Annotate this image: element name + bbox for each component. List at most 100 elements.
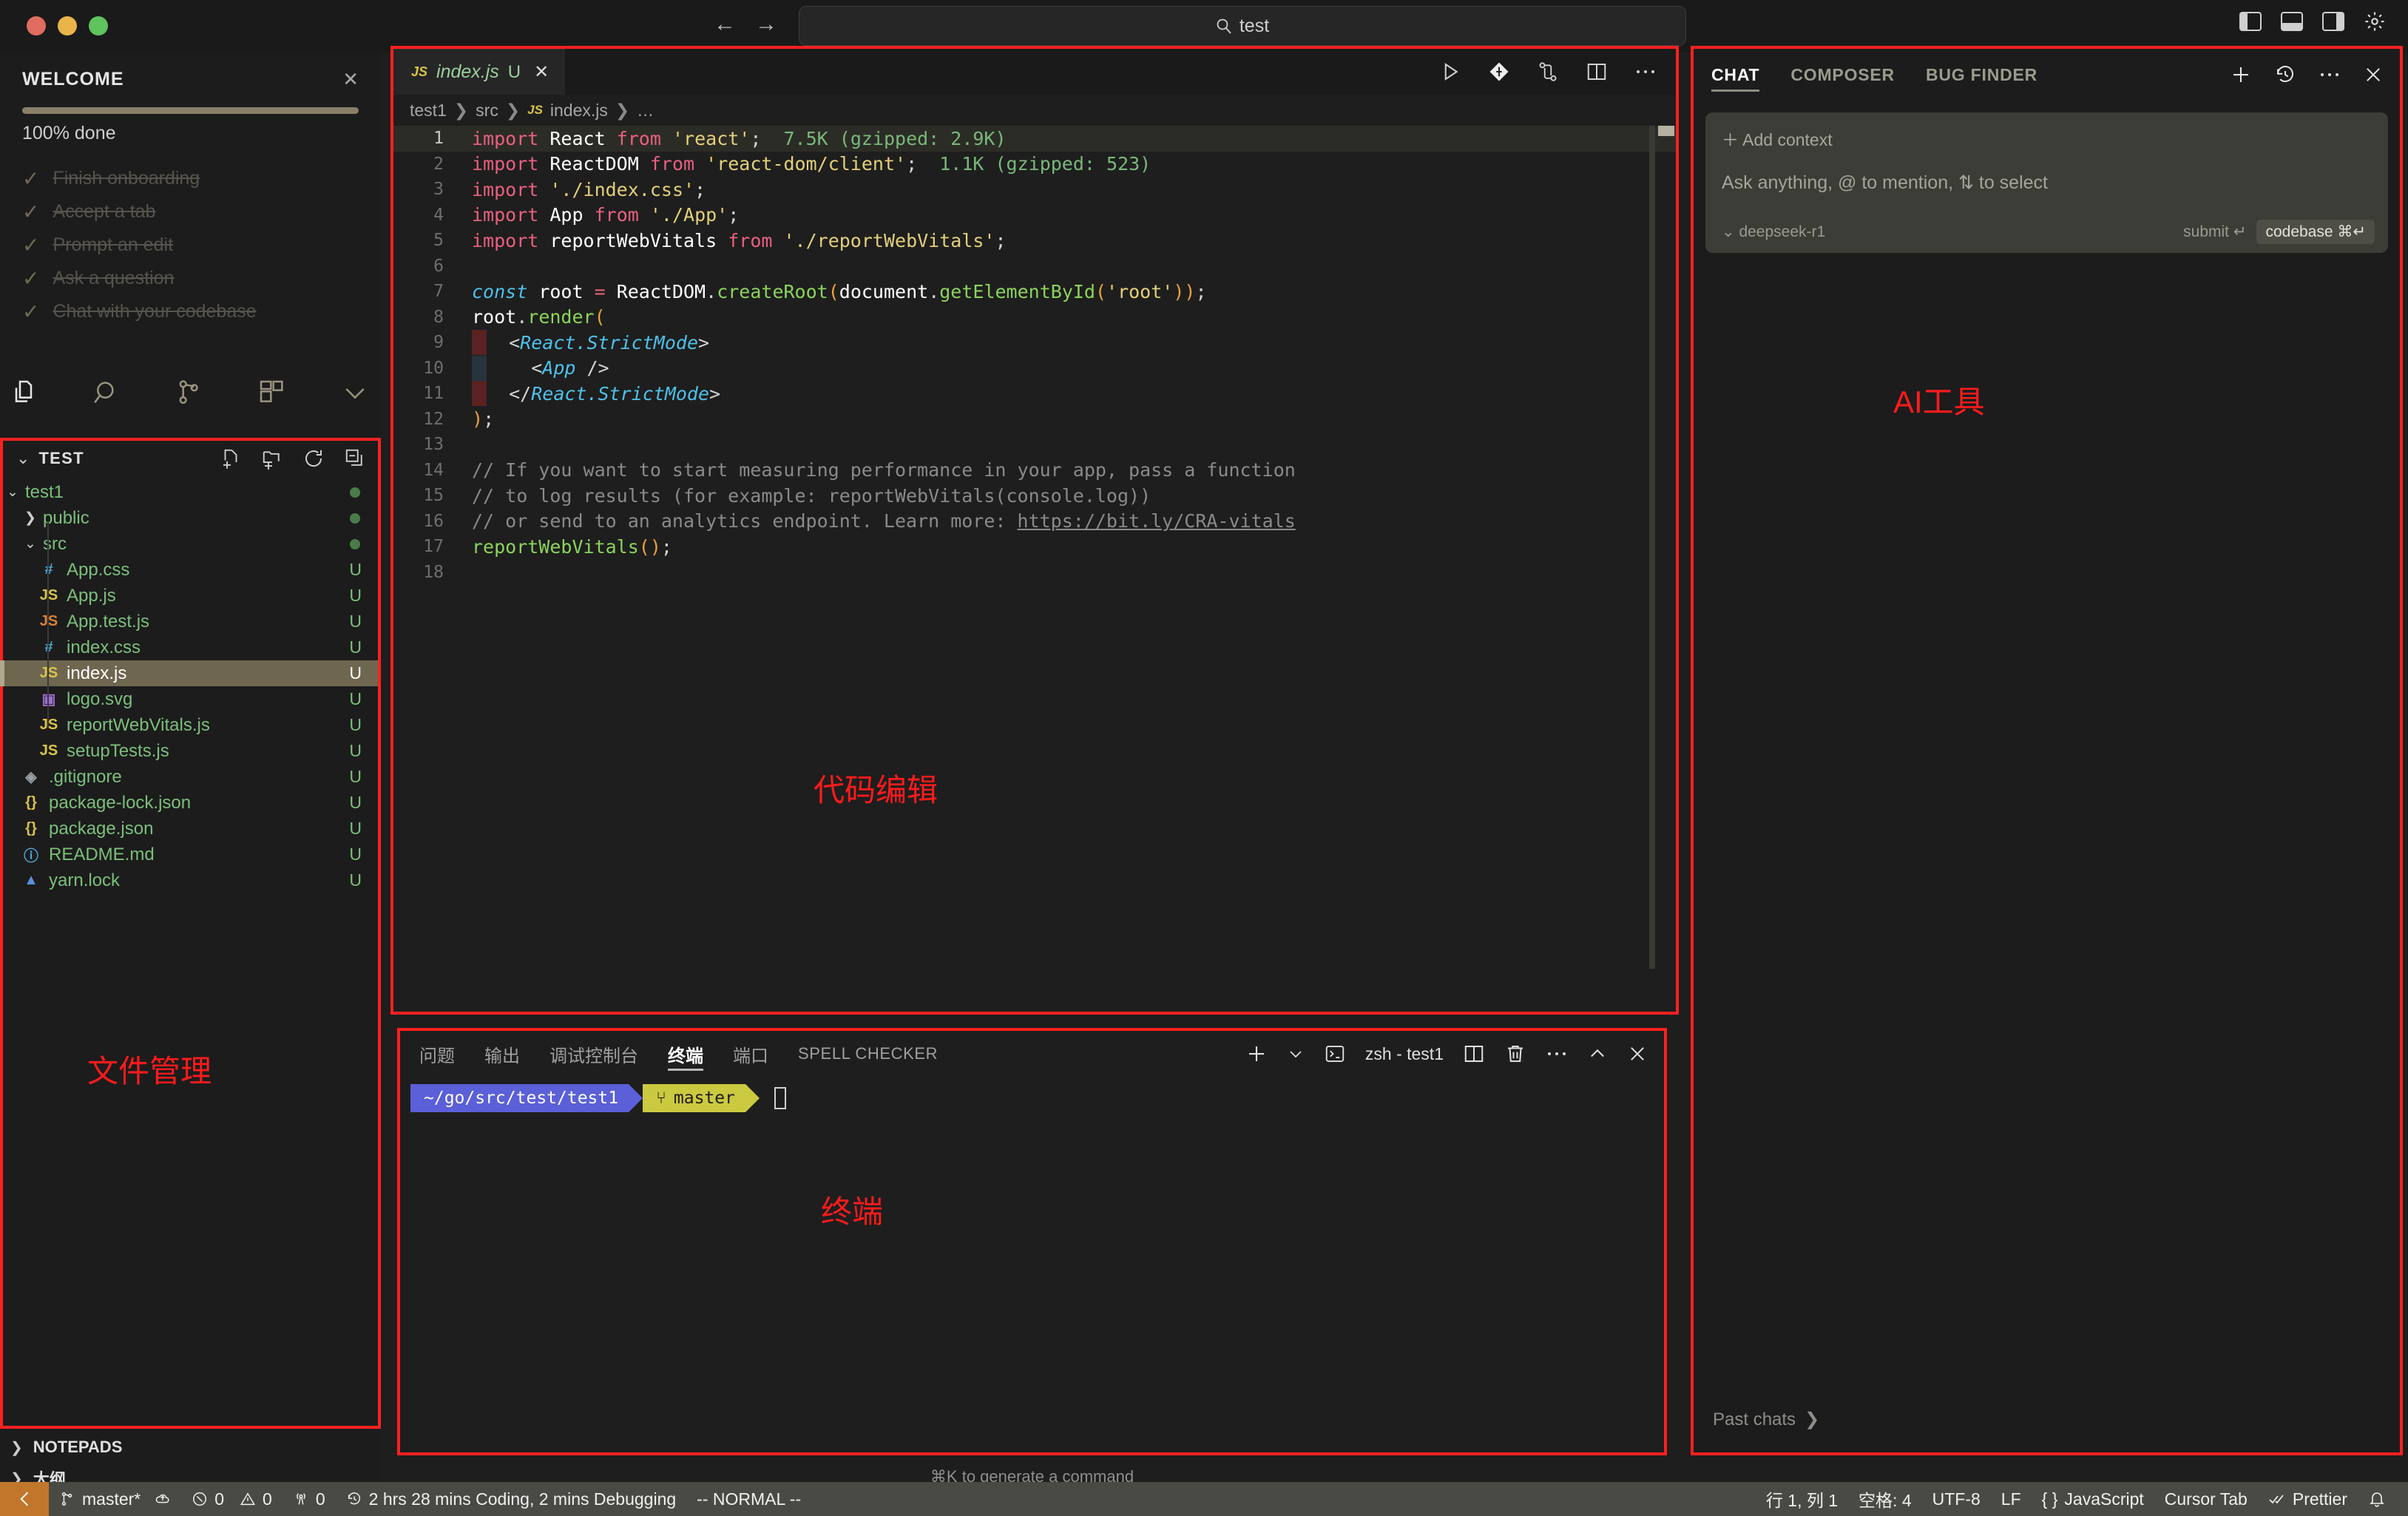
file-tree-item[interactable]: ▲ yarn.lock U <box>3 867 378 893</box>
more-actions-icon[interactable] <box>1546 1049 1568 1058</box>
submit-hint[interactable]: submit ↵ <box>2183 223 2246 241</box>
panel-actions[interactable]: zsh - test1 <box>1245 1031 1648 1077</box>
code-line[interactable]: 6 <box>393 254 1676 280</box>
status-notifications[interactable] <box>2358 1482 2396 1516</box>
split-terminal-icon[interactable] <box>1463 1043 1485 1065</box>
activity-bar[interactable] <box>0 362 381 425</box>
explorer-header[interactable]: ⌄ TEST <box>3 441 378 476</box>
status-language-mode[interactable]: { } JavaScript <box>2032 1482 2154 1516</box>
panel-tab-端口[interactable]: 端口 <box>733 1031 768 1077</box>
chat-input[interactable]: Ask anything, @ to mention, ⇅ to select <box>1722 172 2372 194</box>
chat-composer[interactable]: ＋ Add context Ask anything, @ to mention… <box>1705 112 2388 253</box>
status-indentation[interactable]: 空格: 4 <box>1848 1482 1922 1516</box>
toggle-secondary-sidebar-icon[interactable] <box>2322 12 2344 31</box>
new-chat-icon[interactable] <box>2230 64 2252 86</box>
source-control-icon[interactable] <box>175 378 207 410</box>
code-line[interactable]: 10 < App /> <box>393 355 1676 382</box>
onboarding-item[interactable]: ✓ Finish onboarding <box>22 162 359 195</box>
gear-icon[interactable] <box>2364 10 2386 33</box>
file-tree-item[interactable]: ⓘ README.md U <box>3 842 378 867</box>
close-window-button[interactable] <box>27 16 46 35</box>
window-controls[interactable] <box>0 16 108 35</box>
file-tree-item[interactable]: JS setupTests.js U <box>3 738 378 764</box>
new-folder-icon[interactable] <box>261 447 283 470</box>
minimize-window-button[interactable] <box>58 16 77 35</box>
panel-tab-调试控制台[interactable]: 调试控制台 <box>549 1031 638 1077</box>
code-line[interactable]: 4 import App from './App'; <box>393 203 1676 229</box>
breadcrumb-item-folder[interactable]: src <box>476 101 498 121</box>
more-actions-icon[interactable] <box>1634 67 1657 76</box>
code-line[interactable]: 17 reportWebVitals(); <box>393 534 1676 560</box>
code-line[interactable]: 5 import reportWebVitals from './reportWe… <box>393 228 1676 254</box>
more-actions-icon[interactable] <box>2319 70 2341 79</box>
panel-tab-终端[interactable]: 终端 <box>668 1031 703 1077</box>
back-arrow-icon[interactable]: ← <box>714 13 736 35</box>
add-terminal-icon[interactable] <box>1245 1043 1268 1065</box>
file-tree-item[interactable]: JS reportWebVitals.js U <box>3 712 378 738</box>
editor-scrollbar-thumb[interactable] <box>1658 126 1674 136</box>
status-cursor-tab[interactable]: Cursor Tab <box>2154 1482 2258 1516</box>
file-tree-item[interactable]: # App.css U <box>3 557 378 583</box>
editor-actions[interactable] <box>1439 49 1657 95</box>
status-cursor-position[interactable]: 行 1, 列 1 <box>1756 1482 1848 1516</box>
file-tree-item[interactable]: JS App.js U <box>3 583 378 609</box>
code-line[interactable]: 2 import ReactDOM from 'react-dom/client'… <box>393 152 1676 177</box>
code-line[interactable]: 12); <box>393 407 1676 433</box>
onboarding-item[interactable]: ✓ Chat with your codebase <box>22 295 359 328</box>
source-control-compare-icon[interactable] <box>1537 61 1559 83</box>
onboarding-item[interactable]: ✓ Accept a tab <box>22 195 359 229</box>
chat-actions[interactable] <box>2230 49 2384 101</box>
close-icon[interactable]: ✕ <box>534 61 549 83</box>
file-tree-item[interactable]: {} package-lock.json U <box>3 790 378 816</box>
welcome-close-button[interactable]: ✕ <box>342 68 359 91</box>
new-file-icon[interactable] <box>220 447 242 470</box>
onboarding-item[interactable]: ✓ Ask a question <box>22 262 359 295</box>
tab-index-js[interactable]: JS index.js U ✕ <box>393 49 566 95</box>
code-line[interactable]: 13 <box>393 432 1676 458</box>
panel-tab-SPELL CHECKER[interactable]: SPELL CHECKER <box>798 1031 938 1077</box>
file-tree-item-selected[interactable]: JS index.js U <box>0 660 378 686</box>
chat-tab-bug-finder[interactable]: BUG FINDER <box>1926 49 2037 101</box>
history-icon[interactable] <box>2274 64 2296 86</box>
sidebar-section-notepads[interactable]: ❯ NOTEPADS <box>0 1432 381 1463</box>
code-line[interactable]: 15 // to log results (for example: report… <box>393 483 1676 509</box>
file-tree-item[interactable]: JS App.test.js U <box>3 609 378 635</box>
code-line[interactable]: 18 <box>393 560 1676 586</box>
forward-arrow-icon[interactable]: → <box>755 13 777 35</box>
file-tree-item[interactable]: ⌄ src <box>3 531 378 557</box>
run-icon[interactable] <box>1439 61 1461 83</box>
code-line[interactable]: 11 </React.StrictMode > <box>393 381 1676 407</box>
chevron-down-icon[interactable] <box>1287 1045 1305 1063</box>
status-radio-tower[interactable]: 0 <box>283 1482 336 1516</box>
toggle-primary-sidebar-icon[interactable] <box>2239 12 2262 31</box>
maximize-window-button[interactable] <box>89 16 108 35</box>
code-line[interactable]: 14 // If you want to start measuring perf… <box>393 458 1676 484</box>
file-tree-item[interactable]: ⌄ test1 <box>3 479 378 505</box>
file-tree-item[interactable]: ▣ logo.svg U <box>3 686 378 712</box>
chevron-up-icon[interactable] <box>1587 1043 1608 1064</box>
chat-tab-composer[interactable]: COMPOSER <box>1790 49 1895 101</box>
global-search-input[interactable]: test <box>799 6 1686 46</box>
file-tree-item[interactable]: ❯ public <box>3 505 378 531</box>
explorer-icon[interactable] <box>9 378 41 410</box>
file-tree-item[interactable]: # index.css U <box>3 635 378 660</box>
code-line[interactable]: 1 import React from 'react'; 7.5K (gzippe… <box>393 126 1676 152</box>
onboarding-item[interactable]: ✓ Prompt an edit <box>22 229 359 262</box>
cursor-diff-icon[interactable] <box>1488 61 1510 83</box>
close-icon[interactable] <box>2363 64 2384 85</box>
status-prettier[interactable]: Prettier <box>2258 1482 2358 1516</box>
code-line[interactable]: 7 const root = ReactDOM. createRoot(docume… <box>393 279 1676 305</box>
terminal-shell-label[interactable]: zsh - test1 <box>1365 1044 1444 1064</box>
panel-tab-输出[interactable]: 输出 <box>484 1031 520 1077</box>
status-eol[interactable]: LF <box>1991 1482 2032 1516</box>
status-wakatime[interactable]: 2 hrs 28 mins Coding, 2 mins Debugging <box>336 1482 687 1516</box>
layout-controls[interactable] <box>2239 10 2386 33</box>
breadcrumb[interactable]: test1 ❯ src ❯ JS index.js ❯ … <box>393 95 1676 126</box>
breadcrumb-item-project[interactable]: test1 <box>410 101 447 121</box>
navigation-arrows[interactable]: ← → <box>714 13 777 35</box>
cursor-logo-icon[interactable] <box>0 1482 49 1516</box>
codebase-button[interactable]: codebase ⌘↵ <box>2256 220 2375 244</box>
refresh-icon[interactable] <box>302 447 325 470</box>
past-chats-button[interactable]: Past chats ❯ <box>1713 1409 1819 1430</box>
add-context-button[interactable]: ＋ Add context <box>1722 126 2372 151</box>
